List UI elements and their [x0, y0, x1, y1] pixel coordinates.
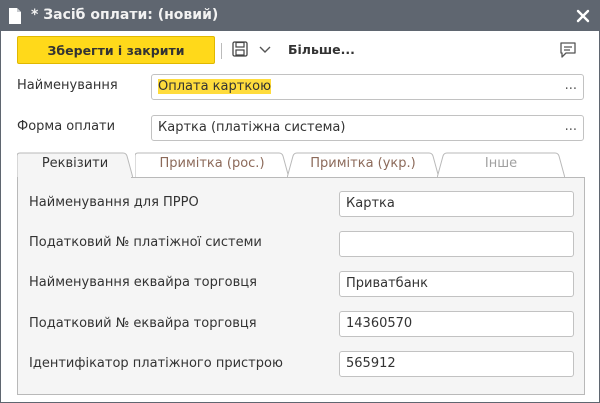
payment-form-input[interactable]: Картка (платіжна система) ... [151, 115, 584, 141]
acquirer-name-label: Найменування еквайра торговця [29, 275, 257, 290]
device-id-label: Ідентифікатор платіжного пристрою [29, 356, 283, 371]
name-select-button[interactable]: ... [565, 78, 577, 93]
more-button[interactable]: Більше... [288, 42, 355, 57]
toolbar: Зберегти і закрити Більше... [1, 31, 599, 69]
chevron-down-icon[interactable] [259, 44, 271, 54]
close-icon[interactable] [573, 6, 593, 26]
floppy-disk-icon[interactable] [232, 41, 248, 57]
dialog-window: * Засіб оплати: (новий) Зберегти і закри… [0, 0, 600, 403]
payment-form-label: Форма оплати [17, 119, 116, 134]
document-icon [9, 8, 21, 24]
name-value: Оплата карткою [158, 79, 272, 94]
tab-other-label: Інше [484, 156, 518, 171]
device-id-input[interactable]: 565912 [339, 351, 574, 377]
payment-form-select-button[interactable]: ... [565, 119, 577, 134]
window-title: * Засіб оплати: (новий) [31, 7, 219, 23]
title-bar: * Засіб оплати: (новий) [1, 1, 599, 31]
save-and-close-button[interactable]: Зберегти і закрити [17, 36, 215, 64]
tab-details[interactable]: Реквізити [17, 152, 133, 178]
tab-note-ru[interactable]: Примітка (рос.) [135, 152, 289, 178]
tab-details-label: Реквізити [41, 156, 109, 171]
payment-system-tax-number-label: Податковий № платіжної системи [29, 235, 262, 250]
panel-top-border [131, 177, 585, 178]
tab-note-ru-label: Примітка (рос.) [159, 156, 265, 171]
tab-other[interactable]: Інше [437, 152, 565, 178]
name-input[interactable]: Оплата карткою ... [151, 74, 584, 100]
prro-name-label: Найменування для ПРРО [29, 195, 199, 210]
name-label: Найменування [17, 78, 118, 93]
acquirer-tax-number-label: Податковий № еквайра торговця [29, 316, 257, 331]
tab-bar: Реквізити Примітка (рос.) Примітка (укр.… [17, 152, 585, 178]
tab-note-uk[interactable]: Примітка (укр.) [287, 152, 439, 178]
payment-system-tax-number-input[interactable] [339, 231, 574, 257]
acquirer-tax-number-input[interactable]: 14360570 [339, 311, 574, 337]
comment-icon[interactable] [559, 41, 577, 59]
toolbar-separator [221, 43, 222, 59]
acquirer-name-input[interactable]: Приватбанк [339, 271, 574, 297]
prro-name-input[interactable]: Картка [339, 191, 574, 217]
tab-note-uk-label: Примітка (укр.) [310, 156, 416, 171]
payment-form-value: Картка (платіжна система) [158, 120, 346, 135]
